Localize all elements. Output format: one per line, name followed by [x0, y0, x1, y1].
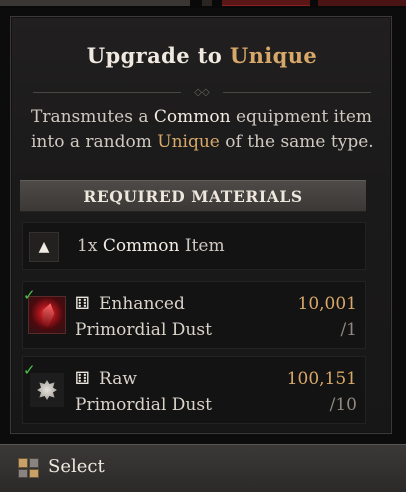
top-tab-2[interactable] [202, 0, 212, 6]
top-tab-4[interactable] [318, 0, 406, 6]
divider-ornament-icon: ◇◇ [194, 87, 210, 98]
top-tab-1[interactable] [0, 0, 190, 6]
checkmark-icon: ✓ [23, 286, 36, 304]
material-required-count: /10 [329, 395, 357, 415]
material-icon-slot: ✓ [23, 286, 66, 336]
material-name: Enhanced [99, 294, 185, 314]
description-text: Transmutes a Common equipment item into … [31, 107, 374, 152]
top-tab-3[interactable] [222, 0, 310, 6]
material-name-line2: Primordial Dust [75, 320, 212, 340]
required-materials-header: REQUIRED MATERIALS [20, 180, 366, 212]
dice-icon: ⚅ [75, 294, 90, 314]
footer-action-bar: Select [0, 444, 406, 492]
dice-icon: ⚅ [75, 369, 90, 389]
material-owned-count: 100,151 [286, 369, 357, 389]
title-prefix: Upgrade to [86, 43, 230, 68]
material-row-raw[interactable]: ✓ ⚅ Raw Primordial Dust 100,151 /10 [22, 356, 366, 424]
material-row-enhanced[interactable]: ✓ ⚅ Enhanced Primordial Dust 10,001 /1 [22, 281, 366, 349]
select-label: Select [48, 456, 105, 477]
required-item-row[interactable]: ▲ 1x Common Item [22, 222, 366, 270]
title-accent: Unique [229, 43, 318, 68]
material-required-count: /1 [340, 320, 357, 340]
up-triangle-icon: ▲ [29, 232, 59, 262]
material-icon-slot: ✓ [23, 361, 66, 411]
material-name: Raw [99, 369, 137, 389]
controller-button-icon [18, 458, 40, 478]
panel-title: Upgrade to Unique [11, 43, 393, 68]
title-divider: ◇◇ [33, 87, 371, 99]
checkmark-icon: ✓ [23, 361, 36, 379]
material-owned-count: 10,001 [297, 294, 357, 314]
required-item-label: 1x Common Item [77, 236, 225, 256]
top-tab-strip [0, 0, 406, 8]
material-name-line2: Primordial Dust [75, 395, 212, 415]
